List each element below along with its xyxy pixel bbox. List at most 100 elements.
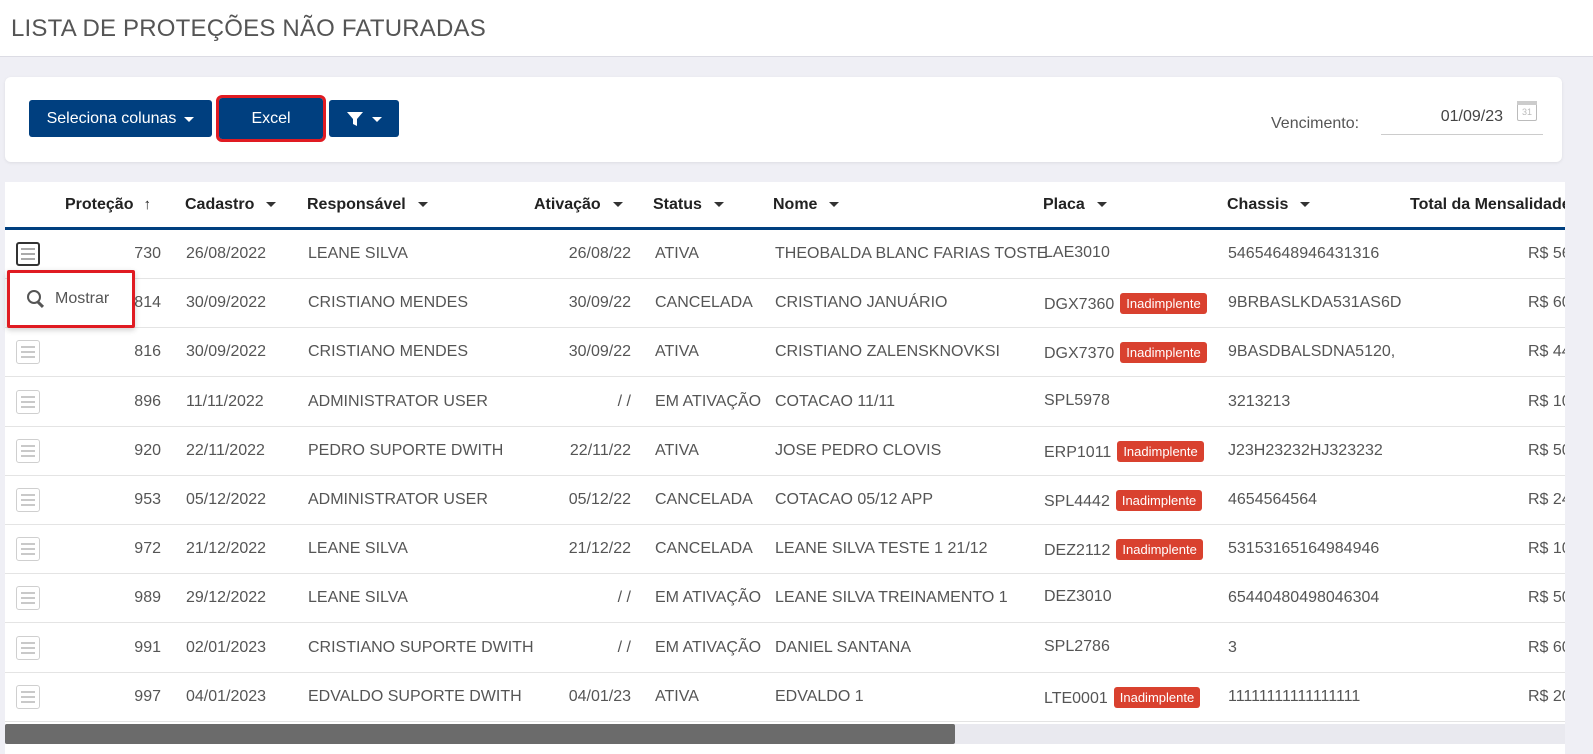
table-row[interactable]: 972 21/12/2022 LEANE SILVA 21/12/22 CANCELAD… <box>5 525 1565 575</box>
row-menu-icon[interactable] <box>16 340 40 365</box>
cell-total: R$ 24 <box>1528 491 1565 508</box>
column-header-ativacao[interactable]: Ativação <box>534 196 623 214</box>
cell-status: ATIVA <box>655 343 699 361</box>
sort-caret-icon <box>1096 202 1107 208</box>
cell-status: ATIVA <box>655 441 699 459</box>
row-menu-icon[interactable] <box>16 242 40 266</box>
cell-nome: EDVALDO 1 <box>775 687 864 705</box>
placa-value: SPL4442 <box>1044 493 1110 510</box>
row-menu-icon[interactable] <box>16 537 40 562</box>
sort-caret-icon <box>266 202 277 208</box>
table-header: Proteção ↑ Cadastro Responsável Ativação … <box>5 182 1565 230</box>
row-menu-icon[interactable] <box>16 438 40 463</box>
sort-caret-icon <box>829 202 840 208</box>
chevron-down-icon <box>184 117 195 122</box>
table-row[interactable]: 953 05/12/2022 ADMINISTRATOR USER 05/12/22 C… <box>5 476 1565 525</box>
cell-cadastro: 21/12/2022 <box>186 540 267 558</box>
page-header: LISTA DE PROTEÇÕES NÃO FATURADAS <box>0 0 1593 57</box>
cell-nome: LEANE SILVA TESTE 1 21/12 <box>775 540 988 558</box>
column-header-protecao[interactable]: Proteção ↑ <box>65 196 151 214</box>
cell-cadastro: 30/09/2022 <box>186 343 267 361</box>
table-row[interactable]: 896 11/11/2022 ADMINISTRATOR USER / / EM ATI… <box>5 378 1565 427</box>
table-row[interactable]: 989 29/12/2022 LEANE SILVA / / EM ATIVAÇÃO LE… <box>5 574 1565 624</box>
cell-chassis: 3213213 <box>1228 392 1291 410</box>
cell-nome: LEANE SILVA TREINAMENTO 1 <box>775 589 1008 607</box>
cell-responsavel: EDVALDO SUPORTE DWITH <box>308 687 522 705</box>
cell-status: CANCELADA <box>655 540 753 558</box>
table-row[interactable]: 816 30/09/2022 CRISTIANO MENDES 30/09/22 ATI… <box>5 328 1565 378</box>
cell-ativacao: 30/09/22 <box>568 343 631 361</box>
placa-value: DEZ2112 <box>1044 542 1111 560</box>
cell-placa: LAE3010 <box>1044 244 1110 262</box>
excel-button[interactable]: Excel <box>216 95 326 142</box>
column-header-chassis[interactable]: Chassis <box>1227 196 1311 214</box>
cell-status: ATIVA <box>655 245 699 262</box>
cell-total: R$ 56 <box>1528 245 1565 262</box>
cell-protecao: 896 <box>134 392 161 410</box>
placa-value: SPL2786 <box>1044 637 1110 655</box>
column-header-status[interactable]: Status <box>653 196 724 214</box>
cell-protecao: 730 <box>134 245 161 262</box>
select-columns-button[interactable]: Seleciona colunas <box>29 100 212 137</box>
column-header-label: Status <box>653 196 702 213</box>
row-menu-icon[interactable] <box>16 488 40 512</box>
status-badge: Inadimplente <box>1117 440 1204 462</box>
cell-ativacao: 22/11/22 <box>569 441 631 459</box>
cell-responsavel: ADMINISTRATOR USER <box>308 491 488 508</box>
cell-ativacao: / / <box>617 589 631 607</box>
column-header-responsavel[interactable]: Responsável <box>307 196 428 214</box>
status-badge: Inadimplente <box>1113 686 1201 708</box>
row-menu-icon[interactable] <box>16 389 40 414</box>
column-header-label: Placa <box>1043 196 1085 213</box>
cell-responsavel: LEANE SILVA <box>308 589 408 607</box>
vencimento-label: Vencimento: <box>1271 115 1360 132</box>
horizontal-scrollbar[interactable] <box>5 724 1565 744</box>
cell-protecao: 816 <box>134 343 161 361</box>
sort-caret-icon <box>713 202 724 208</box>
row-menu-mostrar[interactable]: Mostrar <box>7 270 135 328</box>
row-menu-icon[interactable] <box>16 586 40 611</box>
table-row[interactable]: 991 02/01/2023 CRISTIANO SUPORTE DWITH / / E… <box>5 624 1565 673</box>
table-row[interactable]: 920 22/11/2022 PEDRO SUPORTE DWITH 22/11/22… <box>5 427 1565 476</box>
filter-icon <box>347 111 363 126</box>
cell-placa: DGX7360 Inadimplente <box>1044 293 1207 315</box>
column-header-total[interactable]: Total da Mensalidade <box>1410 196 1565 214</box>
select-columns-label: Seleciona colunas <box>46 109 177 127</box>
column-header-label: Cadastro <box>185 196 255 213</box>
cell-placa: DEZ2112 Inadimplente <box>1044 539 1203 561</box>
column-header-nome[interactable]: Nome <box>773 196 840 214</box>
sort-caret-icon <box>1300 202 1311 208</box>
scrollbar-thumb[interactable] <box>5 724 955 744</box>
row-menu-icon[interactable] <box>16 635 40 660</box>
sort-caret-icon <box>612 202 623 208</box>
cell-nome: COTACAO 05/12 APP <box>775 491 933 508</box>
row-menu-icon[interactable] <box>16 684 40 709</box>
placa-value: DGX7370 <box>1044 345 1115 363</box>
cell-responsavel: CRISTIANO MENDES <box>308 294 469 312</box>
cell-total: R$ 50 <box>1528 441 1565 459</box>
column-header-label: Proteção <box>65 196 134 213</box>
status-badge: Inadimplente <box>1120 293 1207 315</box>
cell-chassis: 54654648946431316 <box>1228 245 1380 262</box>
table-row[interactable]: 997 04/01/2023 EDVALDO SUPORTE DWITH 04/01/… <box>5 673 1565 722</box>
cell-placa: DEZ3010 <box>1044 588 1112 606</box>
cell-placa: ERP1011 Inadimplente <box>1044 440 1204 462</box>
column-header-cadastro[interactable]: Cadastro <box>185 196 277 214</box>
table-row[interactable]: 730 26/08/2022 LEANE SILVA 26/08/22 ATIVA THE… <box>5 230 1565 279</box>
column-header-placa[interactable]: Placa <box>1043 196 1107 214</box>
cell-cadastro: 22/11/2022 <box>186 441 265 459</box>
cell-total: R$ 60 <box>1528 294 1565 312</box>
calendar-icon[interactable]: 31 <box>1517 101 1537 121</box>
filter-button[interactable] <box>329 100 399 137</box>
cell-nome: DANIEL SANTANA <box>775 638 912 656</box>
column-header-label: Total da Mensalidade <box>1410 196 1565 213</box>
cell-nome: CRISTIANO ZALENSKNOVKSI <box>775 343 1000 361</box>
placa-value: SPL5978 <box>1044 391 1110 409</box>
cell-placa: SPL5978 <box>1044 392 1110 410</box>
placa-value: LAE3010 <box>1044 244 1110 261</box>
cell-protecao: 920 <box>134 441 161 459</box>
excel-label: Excel <box>251 109 291 127</box>
cell-protecao: 972 <box>134 540 161 558</box>
cell-placa: DGX7370 Inadimplente <box>1044 342 1207 364</box>
table-row[interactable]: 814 30/09/2022 CRISTIANO MENDES 30/09/22 CAN… <box>5 279 1565 329</box>
